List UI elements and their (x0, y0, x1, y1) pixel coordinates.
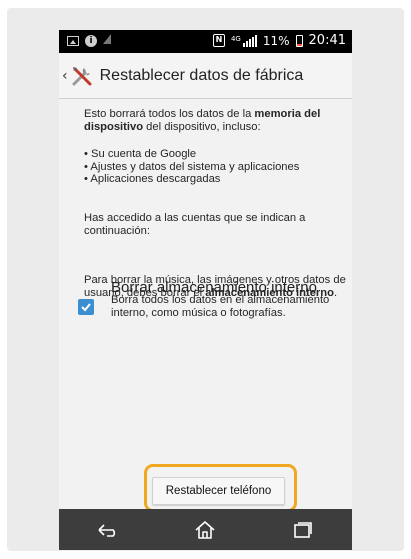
recent-apps-icon[interactable] (283, 515, 323, 545)
list-item: • Aplicaciones descargadas (84, 173, 221, 186)
nfc-icon: N (212, 34, 225, 47)
navigation-bar (59, 509, 352, 550)
list-item: • Ajustes y datos del sistema y aplicaci… (84, 160, 300, 173)
intro-paragraph: Esto borrará todos los datos de la memor… (84, 108, 321, 133)
checkmark-icon (81, 303, 91, 312)
back-caret-icon[interactable]: ‹ (62, 68, 68, 84)
tools-icon[interactable] (70, 64, 94, 88)
image-notification-icon (67, 35, 79, 46)
signal-small-icon (103, 34, 111, 47)
back-icon[interactable] (88, 515, 128, 545)
reset-phone-button[interactable]: Restablecer teléfono (152, 477, 285, 505)
status-bar: i N 4G 11% 20:41 (59, 30, 352, 53)
data-list: • Su cuenta de Google • Ajustes y datos … (84, 148, 346, 186)
info-notification-icon: i (85, 34, 97, 47)
clock: 20:41 (308, 33, 346, 48)
signal-strength-icon (242, 34, 257, 47)
home-icon[interactable] (185, 515, 225, 545)
page-title: Restablecer datos de fábrica (99, 66, 304, 84)
battery-percent: 11% (262, 33, 290, 48)
action-bar: ‹ Restablecer datos de fábrica (59, 53, 352, 99)
erase-storage-description: Borra todos los datos en el almacenamien… (111, 294, 330, 319)
list-item: • Su cuenta de Google (84, 148, 197, 160)
network-type-label: 4G (230, 34, 241, 43)
accounts-paragraph: Has accedido a las cuentas que se indica… (84, 212, 306, 237)
battery-icon (295, 34, 303, 47)
erase-storage-checkbox[interactable] (78, 299, 94, 315)
